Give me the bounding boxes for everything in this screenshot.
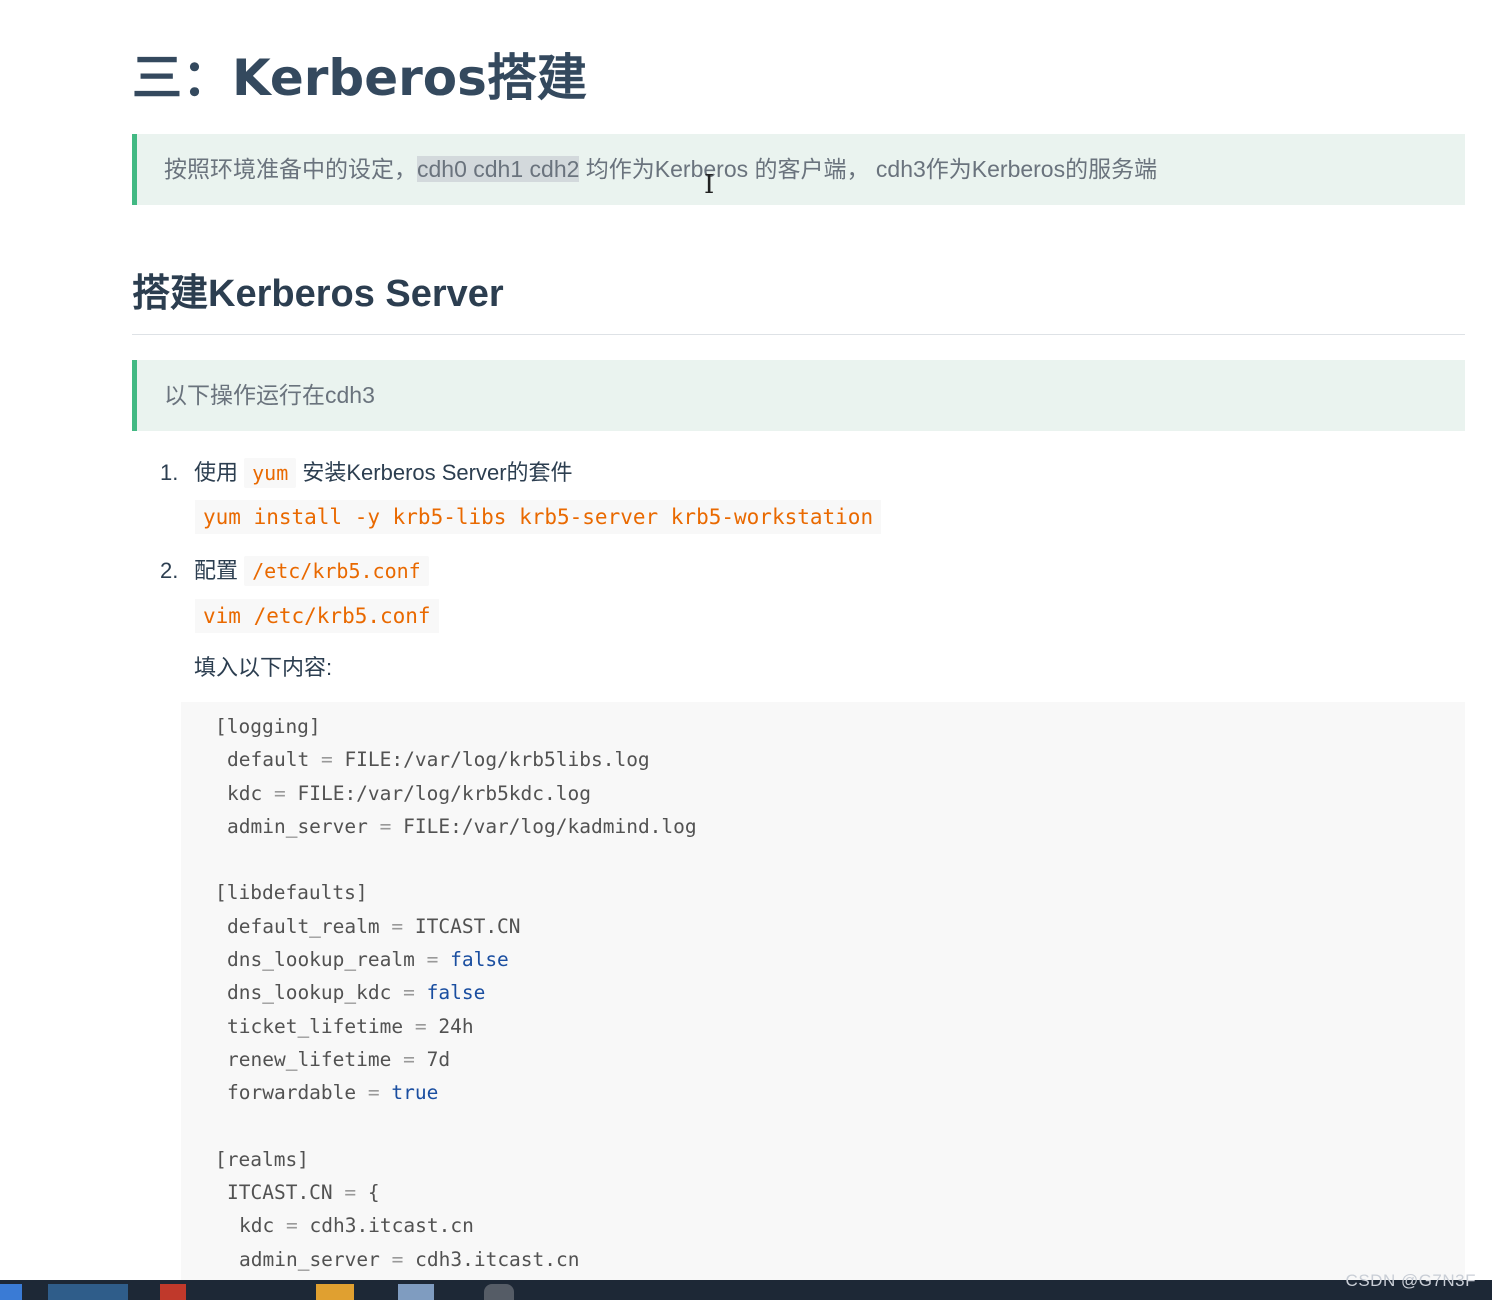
inline-code: yum <box>244 458 297 488</box>
code-line: kdc = FILE:/var/log/krb5kdc.log <box>227 781 591 805</box>
list-item-number: 1. <box>160 460 179 485</box>
code-line: renew_lifetime = 7d <box>227 1047 451 1071</box>
list-item-prefix: 配置 <box>194 558 245 583</box>
app-icon[interactable] <box>160 1284 186 1300</box>
install-command: yum install -y krb5-libs krb5-server krb… <box>195 500 882 534</box>
code-line: admin_server = FILE:/var/log/kadmind.log <box>227 814 697 838</box>
code-line: default_realm = ITCAST.CN <box>227 914 521 938</box>
code-line: default = FILE:/var/log/krb5libs.log <box>227 748 650 772</box>
selected-text[interactable]: cdh0 cdh1 cdh2 <box>417 156 580 182</box>
code-line: admin_server = cdh3.itcast.cn <box>239 1247 580 1271</box>
windows-start-icon[interactable] <box>0 1284 22 1300</box>
edit-command: vim /etc/krb5.conf <box>195 599 439 633</box>
code-line: [logging] <box>215 715 321 738</box>
taskbar <box>0 1280 1492 1300</box>
list-item: 2. 配置 /etc/krb5.conf <box>160 553 429 586</box>
code-line: kdc = cdh3.itcast.cn <box>239 1214 474 1238</box>
watermark: CSDN @G7N3F <box>1345 1271 1476 1290</box>
config-code-block: [logging] default = FILE:/var/log/krb5li… <box>181 702 1465 1280</box>
run-on-tip: 以下操作运行在cdh3 <box>132 360 1465 431</box>
inline-code: /etc/krb5.conf <box>244 556 429 586</box>
section-title: 搭建Kerberos Server <box>132 262 1465 335</box>
code-line: forwardable = true <box>227 1081 439 1105</box>
list-item-number: 2. <box>160 558 179 583</box>
list-item-suffix: 安装Kerberos Server的套件 <box>296 460 573 485</box>
fill-label: 填入以下内容: <box>194 655 333 680</box>
client-info-tip: 按照环境准备中的设定，cdh0 cdh1 cdh2 均作为Kerberos 的客… <box>132 134 1465 205</box>
tip-text-after: 均作为Kerberos 的客户端， cdh3作为Kerberos的服务端 <box>579 156 1158 182</box>
folder-icon[interactable] <box>316 1284 354 1300</box>
code-line: [realms] <box>215 1147 309 1171</box>
code-line: [libdefaults] <box>215 881 368 905</box>
app-icon[interactable] <box>484 1284 514 1300</box>
window-icon[interactable] <box>398 1284 434 1300</box>
document-page: 三：Kerberos搭建 按照环境准备中的设定，cdh0 cdh1 cdh2 均… <box>0 0 1492 1280</box>
list-item: 1. 使用 yum 安装Kerberos Server的套件 <box>160 455 573 488</box>
code-line: dns_lookup_kdc = false <box>227 981 486 1005</box>
page-title: 三：Kerberos搭建 <box>132 49 587 107</box>
code-line: ITCAST.CN = { <box>227 1181 380 1205</box>
code-line: ticket_lifetime = 24h <box>227 1014 474 1038</box>
tip-text-before: 按照环境准备中的设定， <box>164 156 417 182</box>
text-cursor-icon: I <box>704 170 715 200</box>
code-line: dns_lookup_realm = false <box>227 948 509 972</box>
list-item-prefix: 使用 <box>194 460 245 485</box>
file-explorer-icon[interactable] <box>48 1284 128 1300</box>
